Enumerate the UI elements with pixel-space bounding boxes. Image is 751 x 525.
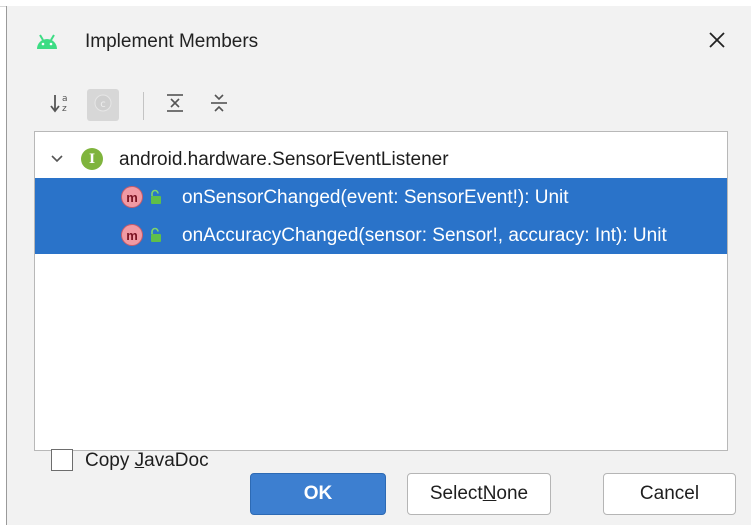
interface-icon: I bbox=[81, 148, 103, 170]
close-icon bbox=[708, 31, 726, 54]
android-icon bbox=[35, 34, 59, 50]
sort-alphabetically-button[interactable]: a z bbox=[45, 89, 77, 121]
implement-members-dialog: Implement Members a z c I android.hardwa… bbox=[6, 6, 751, 525]
ok-button[interactable]: OK bbox=[250, 473, 386, 515]
tree-row-member-selected[interactable]: m onSensorChanged(event: SensorEvent!): … bbox=[35, 178, 727, 216]
collapse-all-icon bbox=[208, 92, 230, 119]
show-inherited-toggle[interactable]: c bbox=[87, 89, 119, 121]
select-none-mnemonic: N bbox=[482, 483, 497, 504]
interface-label: android.hardware.SensorEventListener bbox=[119, 149, 449, 170]
chevron-down-icon[interactable] bbox=[49, 152, 65, 166]
copy-javadoc-checkbox[interactable] bbox=[51, 449, 73, 471]
method-icon: m bbox=[121, 224, 143, 246]
select-none-label-pre: Select bbox=[429, 483, 483, 504]
dialog-title: Implement Members bbox=[85, 31, 259, 52]
method-icon: m bbox=[121, 186, 143, 208]
select-none-label-post: one bbox=[496, 483, 529, 504]
tree-row-member-selected[interactable]: m onAccuracyChanged(sensor: Sensor!, acc… bbox=[35, 216, 727, 254]
close-button[interactable] bbox=[695, 22, 739, 62]
copy-javadoc-mnemonic: J bbox=[134, 450, 145, 471]
svg-text:c: c bbox=[100, 99, 106, 110]
unlock-icon bbox=[149, 227, 163, 243]
toolbar-separator bbox=[143, 92, 144, 120]
expand-all-button[interactable] bbox=[159, 89, 191, 121]
cancel-button[interactable]: Cancel bbox=[603, 473, 736, 515]
copy-javadoc-label-post: avaDoc bbox=[144, 450, 209, 471]
sort-alphabetically-icon: a z bbox=[49, 91, 73, 120]
select-none-button[interactable]: Select None bbox=[407, 473, 551, 515]
svg-text:z: z bbox=[62, 104, 67, 114]
svg-text:a: a bbox=[62, 94, 68, 104]
show-inherited-icon: c bbox=[93, 93, 113, 118]
title-bar: Implement Members bbox=[7, 6, 751, 72]
tree-row-interface[interactable]: I android.hardware.SensorEventListener bbox=[35, 140, 727, 178]
copy-javadoc-label[interactable]: Copy JavaDoc bbox=[85, 450, 209, 472]
members-tree[interactable]: I android.hardware.SensorEventListener m… bbox=[34, 131, 728, 451]
copy-javadoc-label-pre: Copy bbox=[85, 450, 135, 471]
expand-all-icon bbox=[164, 92, 186, 119]
toolbar: a z c bbox=[7, 84, 751, 124]
unlock-icon bbox=[149, 189, 163, 205]
collapse-all-button[interactable] bbox=[203, 89, 235, 121]
member-label: onSensorChanged(event: SensorEvent!): Un… bbox=[182, 187, 569, 208]
member-label: onAccuracyChanged(sensor: Sensor!, accur… bbox=[182, 225, 667, 246]
